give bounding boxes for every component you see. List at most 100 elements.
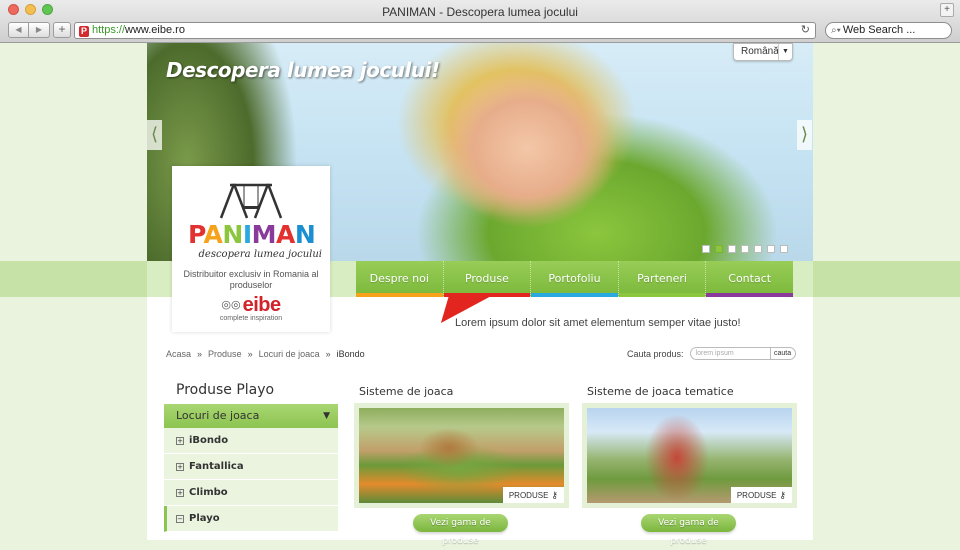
brand-logo: PANIMAN bbox=[188, 220, 316, 249]
partner-logo: ◎◎ eibe complete inspiration bbox=[172, 294, 330, 322]
nav-color-bar bbox=[356, 293, 443, 297]
nav-label: Parteneri bbox=[637, 272, 687, 285]
slider-next-arrow[interactable]: ⟩ bbox=[797, 120, 812, 150]
web-search-input[interactable]: ⌕▾ Web Search ... bbox=[825, 22, 952, 39]
reload-icon[interactable]: ↻ bbox=[801, 23, 810, 38]
card-title: Sisteme de joaca tematice bbox=[587, 385, 734, 398]
brand-letter: M bbox=[251, 220, 277, 249]
expand-icon: + bbox=[176, 463, 184, 471]
nav-label: Contact bbox=[728, 272, 772, 285]
product-search-field: lorem ipsum elementum cauta bbox=[689, 347, 796, 360]
nav-produse[interactable]: Produse bbox=[443, 261, 532, 297]
brand-letter: N bbox=[222, 220, 243, 249]
triangle-down-icon: ▼ bbox=[323, 411, 330, 421]
glasses-icon: ◎◎ bbox=[221, 299, 241, 311]
product-search: Cauta produs: lorem ipsum elementum caut… bbox=[627, 347, 796, 360]
sidebar-section-header[interactable]: Locuri de joaca ▼ bbox=[164, 404, 338, 428]
search-icon: ⌕▾ bbox=[831, 25, 841, 36]
sidebar-item-fantallica[interactable]: + Fantallica bbox=[164, 454, 338, 480]
site-favicon-icon: P bbox=[79, 26, 89, 37]
chevron-down-icon: ▼ bbox=[778, 44, 792, 60]
language-value: Română bbox=[741, 46, 779, 57]
key-icon: ⚷ bbox=[779, 490, 786, 500]
brand-letter: A bbox=[276, 220, 295, 249]
nav-contact[interactable]: Contact bbox=[706, 261, 793, 297]
product-search-label: Cauta produs: bbox=[627, 348, 684, 359]
nav-despre-noi[interactable]: Despre noi bbox=[356, 261, 444, 297]
key-icon: ⚷ bbox=[551, 490, 558, 500]
partner-subtitle: complete inspiration bbox=[219, 315, 283, 322]
slider-dot[interactable] bbox=[715, 245, 723, 253]
nav-color-bar bbox=[706, 293, 793, 297]
produse-tag[interactable]: PRODUSE ⚷ bbox=[502, 487, 564, 503]
brand-letter: I bbox=[242, 220, 252, 249]
nav-label: Despre noi bbox=[369, 272, 429, 285]
breadcrumb-current: iBondo bbox=[336, 349, 365, 359]
breadcrumb-item[interactable]: Locuri de joaca bbox=[259, 349, 320, 359]
sidebar-item-label: Fantallica bbox=[189, 461, 244, 472]
nav-color-bar bbox=[531, 293, 618, 297]
swing-logo-icon bbox=[219, 183, 283, 219]
product-search-button[interactable]: cauta bbox=[769, 348, 795, 359]
view-range-button[interactable]: Vezi gama de produse bbox=[641, 514, 736, 546]
sidebar-item-label: Playo bbox=[189, 513, 220, 524]
address-bar[interactable]: Phttps://www.eibe.ro ↻ bbox=[74, 22, 816, 39]
history-buttons: ◀ ▶ bbox=[8, 22, 50, 38]
breadcrumb: Acasa » Produse » Locuri de joaca » iBon… bbox=[166, 349, 365, 359]
view-range-button[interactable]: Vezi gama de produse bbox=[413, 514, 508, 546]
nav-parteneri[interactable]: Parteneri bbox=[618, 261, 707, 297]
fullscreen-icon[interactable]: + bbox=[940, 3, 954, 17]
distributor-text: Distribuitor exclusiv in Romania al prod… bbox=[183, 269, 319, 290]
breadcrumb-item[interactable]: Produse bbox=[208, 349, 242, 359]
expand-icon: + bbox=[176, 489, 184, 497]
sidebar-item-label: Climbo bbox=[189, 487, 228, 498]
sidebar-title: Produse Playo bbox=[176, 382, 275, 398]
produse-tag[interactable]: PRODUSE ⚷ bbox=[730, 487, 792, 503]
brand-letter: A bbox=[203, 220, 223, 249]
breadcrumb-item[interactable]: Acasa bbox=[166, 349, 191, 359]
breadcrumb-separator-icon: » bbox=[247, 349, 253, 359]
product-card[interactable]: PRODUSE ⚷ bbox=[354, 403, 569, 508]
logo-card[interactable]: PANIMAN descopera lumea jocului Distribu… bbox=[172, 166, 330, 332]
hero-headline: Descopera lumea jocului! bbox=[166, 58, 440, 82]
nav-portofoliu[interactable]: Portofoliu bbox=[531, 261, 619, 297]
breadcrumb-separator-icon: » bbox=[325, 349, 331, 359]
slider-dots bbox=[702, 245, 788, 253]
nav-label: Produse bbox=[464, 272, 509, 285]
url-scheme: https:// bbox=[92, 24, 126, 36]
produse-tag-label: PRODUSE bbox=[508, 491, 549, 500]
slider-dot[interactable] bbox=[767, 245, 775, 253]
expand-icon: + bbox=[176, 437, 184, 445]
main-nav: Despre noi Produse Portofoliu Parteneri … bbox=[356, 261, 793, 297]
slider-dot[interactable] bbox=[741, 245, 749, 253]
sidebar-item-ibondo[interactable]: + iBondo bbox=[164, 428, 338, 454]
brand-tagline: descopera lumea jocului bbox=[198, 249, 323, 260]
window-title: PANIMAN - Descopera lumea jocului bbox=[382, 5, 578, 19]
back-button[interactable]: ◀ bbox=[8, 22, 29, 38]
nav-tagline: Lorem ipsum dolor sit amet elementum sem… bbox=[455, 317, 741, 329]
new-tab-button[interactable]: + bbox=[53, 22, 71, 38]
sidebar-item-label: iBondo bbox=[189, 435, 229, 446]
sidebar-section-label: Locuri de joaca bbox=[176, 409, 260, 422]
slider-dot[interactable] bbox=[780, 245, 788, 253]
sidebar-item-climbo[interactable]: + Climbo bbox=[164, 480, 338, 506]
slider-dot[interactable] bbox=[754, 245, 762, 253]
nav-label: Portofoliu bbox=[548, 272, 601, 285]
slider-dot[interactable] bbox=[728, 245, 736, 253]
breadcrumb-separator-icon: » bbox=[197, 349, 203, 359]
partner-name: eibe bbox=[242, 294, 282, 316]
language-select[interactable]: Română ▼ bbox=[733, 43, 793, 61]
slider-dot[interactable] bbox=[702, 245, 710, 253]
web-search-placeholder: Web Search ... bbox=[842, 24, 916, 36]
product-search-input[interactable]: lorem ipsum elementum bbox=[691, 348, 770, 359]
playground-image[interactable]: PRODUSE ⚷ bbox=[359, 408, 564, 503]
product-card[interactable]: PRODUSE ⚷ bbox=[582, 403, 797, 508]
brand-letter: P bbox=[188, 220, 204, 249]
produse-tag-label: PRODUSE bbox=[736, 491, 777, 500]
playground-image[interactable]: PRODUSE ⚷ bbox=[587, 408, 792, 503]
sidebar-menu: Locuri de joaca ▼ + iBondo + Fantallica + C… bbox=[164, 404, 338, 532]
forward-button[interactable]: ▶ bbox=[29, 22, 50, 38]
sidebar-item-playo[interactable]: − Playo bbox=[164, 506, 338, 532]
url-host: www.eibe.ro bbox=[125, 24, 185, 36]
slider-prev-arrow[interactable]: ⟨ bbox=[147, 120, 162, 150]
